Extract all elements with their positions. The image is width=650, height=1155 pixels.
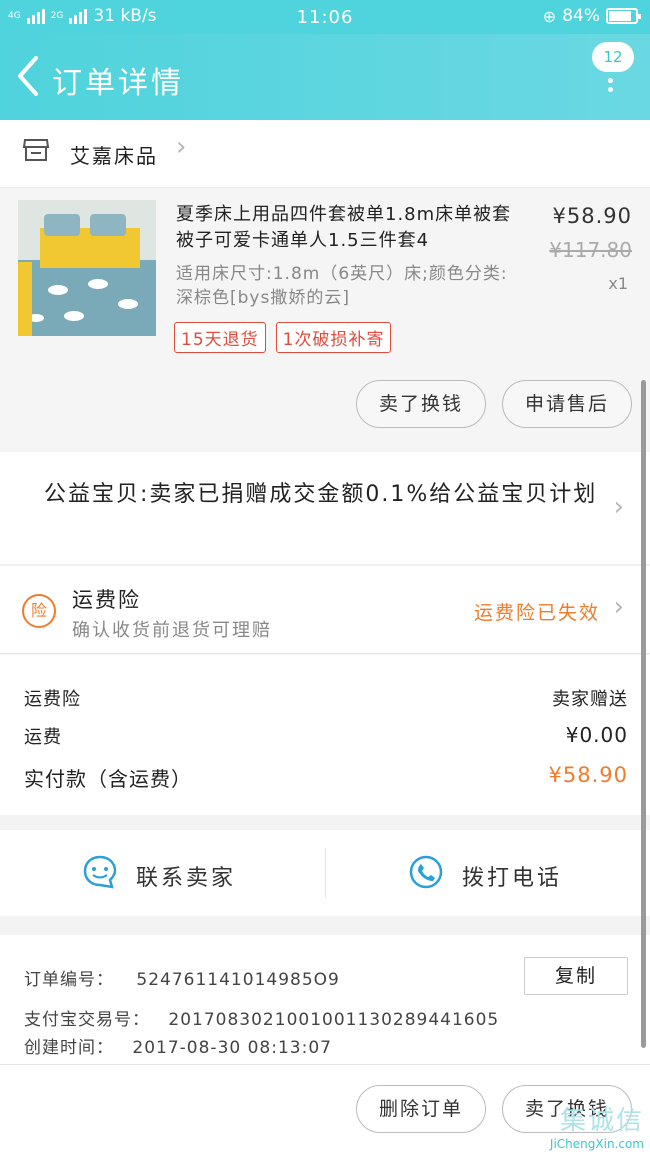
copy-button[interactable]: 复制 — [524, 957, 628, 995]
back-button[interactable] — [12, 54, 48, 98]
product-thumbnail[interactable] — [18, 200, 156, 336]
tag-damage: 1次破损补寄 — [275, 322, 392, 353]
shop-name: 艾嘉床品 — [70, 144, 158, 168]
call-phone-button[interactable]: 拨打电话 — [326, 830, 650, 916]
created-value: 2017-08-30 08:13:07 — [132, 1038, 332, 1058]
insurance-desc: 确认收货前退货可理赔 — [72, 620, 272, 641]
battery-percent: 84% — [562, 6, 600, 26]
alipay-label: 支付宝交易号： — [24, 1010, 150, 1030]
watermark-cn: 集诚信 — [559, 1106, 644, 1136]
alipay-number-line: 支付宝交易号： 2017083021001001130289441605 — [24, 1005, 499, 1030]
more-menu-icon[interactable] — [608, 78, 614, 92]
scrollbar[interactable] — [641, 380, 646, 1048]
chevron-left-icon — [18, 56, 38, 96]
order-number: 524761141014985O9 — [136, 970, 340, 990]
product-quantity: x1 — [608, 274, 628, 293]
store-icon — [22, 139, 50, 161]
insurance-label: 运费险 — [24, 689, 81, 710]
tag-return: 15天退货 — [174, 322, 266, 353]
charity-text: 公益宝贝:卖家已捐赠成交金额0.1%给公益宝贝计划 — [44, 482, 598, 507]
contact-seller-button[interactable]: 联系卖家 — [0, 830, 325, 916]
product-original-price: ¥117.80 — [549, 238, 632, 262]
order-totals: 运费险 卖家赠送 运费 ¥0.00 实付款（含运费） ¥58.90 — [0, 655, 650, 815]
product-image — [18, 200, 156, 336]
chevron-right-icon: › — [613, 492, 624, 522]
alipay-number: 2017083021001001130289441605 — [168, 1010, 500, 1030]
total-row-shipping: 运费 ¥0.00 — [24, 723, 628, 749]
message-badge[interactable]: 12 — [592, 42, 634, 72]
total-row-insurance: 运费险 卖家赠送 — [24, 685, 628, 711]
order-number-line: 订单编号： 524761141014985O9 — [24, 965, 340, 990]
service-tags: 15天退货 1次破损补寄 — [174, 322, 392, 353]
contact-bar: 联系卖家 拨打电话 — [0, 830, 650, 916]
phone-icon — [409, 855, 443, 889]
created-label: 创建时间： — [24, 1038, 114, 1058]
product-title[interactable]: 夏季床上用品四件套被单1.8m床单被套被子可爱卡通单人1.5三件套4 — [176, 202, 526, 254]
watermark: 集诚信 JiChengXin.com — [550, 1100, 644, 1151]
chevron-right-icon: › — [176, 132, 187, 162]
status-right: ⊕ 84% — [542, 6, 641, 26]
battery-level — [609, 11, 631, 21]
page-title: 订单详情 — [52, 66, 184, 101]
insurance-icon: 险 — [22, 594, 56, 628]
call-phone-label: 拨打电话 — [462, 866, 563, 891]
battery-icon — [606, 8, 641, 24]
sell-for-cash-button[interactable]: 卖了换钱 — [356, 380, 486, 428]
order-info: 订单编号： 524761141014985O9 复制 支付宝交易号： 20170… — [0, 935, 650, 1065]
bottom-action-bar: 删除订单 卖了换钱 集诚信 JiChengXin.com — [0, 1064, 650, 1155]
chevron-right-icon: › — [613, 592, 624, 622]
contact-seller-label: 联系卖家 — [136, 866, 237, 891]
insurance-value: 卖家赠送 — [552, 689, 628, 710]
status-bar: 4G 2G 31 kB/s 11:06 ⊕ 84% — [0, 0, 650, 34]
chat-icon — [83, 855, 117, 889]
after-sales-button[interactable]: 申请售后 — [502, 380, 632, 428]
order-number-label: 订单编号： — [24, 970, 114, 990]
delete-order-button[interactable]: 删除订单 — [356, 1085, 486, 1133]
insurance-title: 运费险 — [72, 588, 141, 612]
product-price: ¥58.90 — [552, 204, 632, 228]
charity-row[interactable]: 公益宝贝:卖家已捐赠成交金额0.1%给公益宝贝计划 › — [0, 452, 650, 565]
product-sku: 适用床尺寸:1.8m（6英尺）床;颜色分类:深棕色[bys撒娇的云] — [176, 264, 508, 308]
order-item[interactable]: 夏季床上用品四件套被单1.8m床单被套被子可爱卡通单人1.5三件套4 适用床尺寸… — [0, 188, 650, 450]
watermark-en: JiChengXin.com — [549, 1137, 644, 1151]
paid-value: ¥58.90 — [548, 763, 628, 787]
created-time-line: 创建时间： 2017-08-30 08:13:07 — [24, 1033, 332, 1058]
shop-row[interactable]: 艾嘉床品 › — [0, 120, 650, 188]
paid-label: 实付款（含运费） — [24, 767, 192, 791]
lock-rotation-icon: ⊕ — [542, 6, 557, 26]
shipping-label: 运费 — [24, 727, 62, 748]
shipping-insurance-row[interactable]: 险 运费险 确认收货前退货可理赔 运费险已失效 › — [0, 566, 650, 654]
total-row-paid: 实付款（含运费） ¥58.90 — [24, 763, 628, 792]
insurance-status: 运费险已失效 — [473, 602, 600, 624]
shipping-value: ¥0.00 — [565, 723, 628, 747]
app-header: 订单详情 12 — [0, 34, 650, 120]
